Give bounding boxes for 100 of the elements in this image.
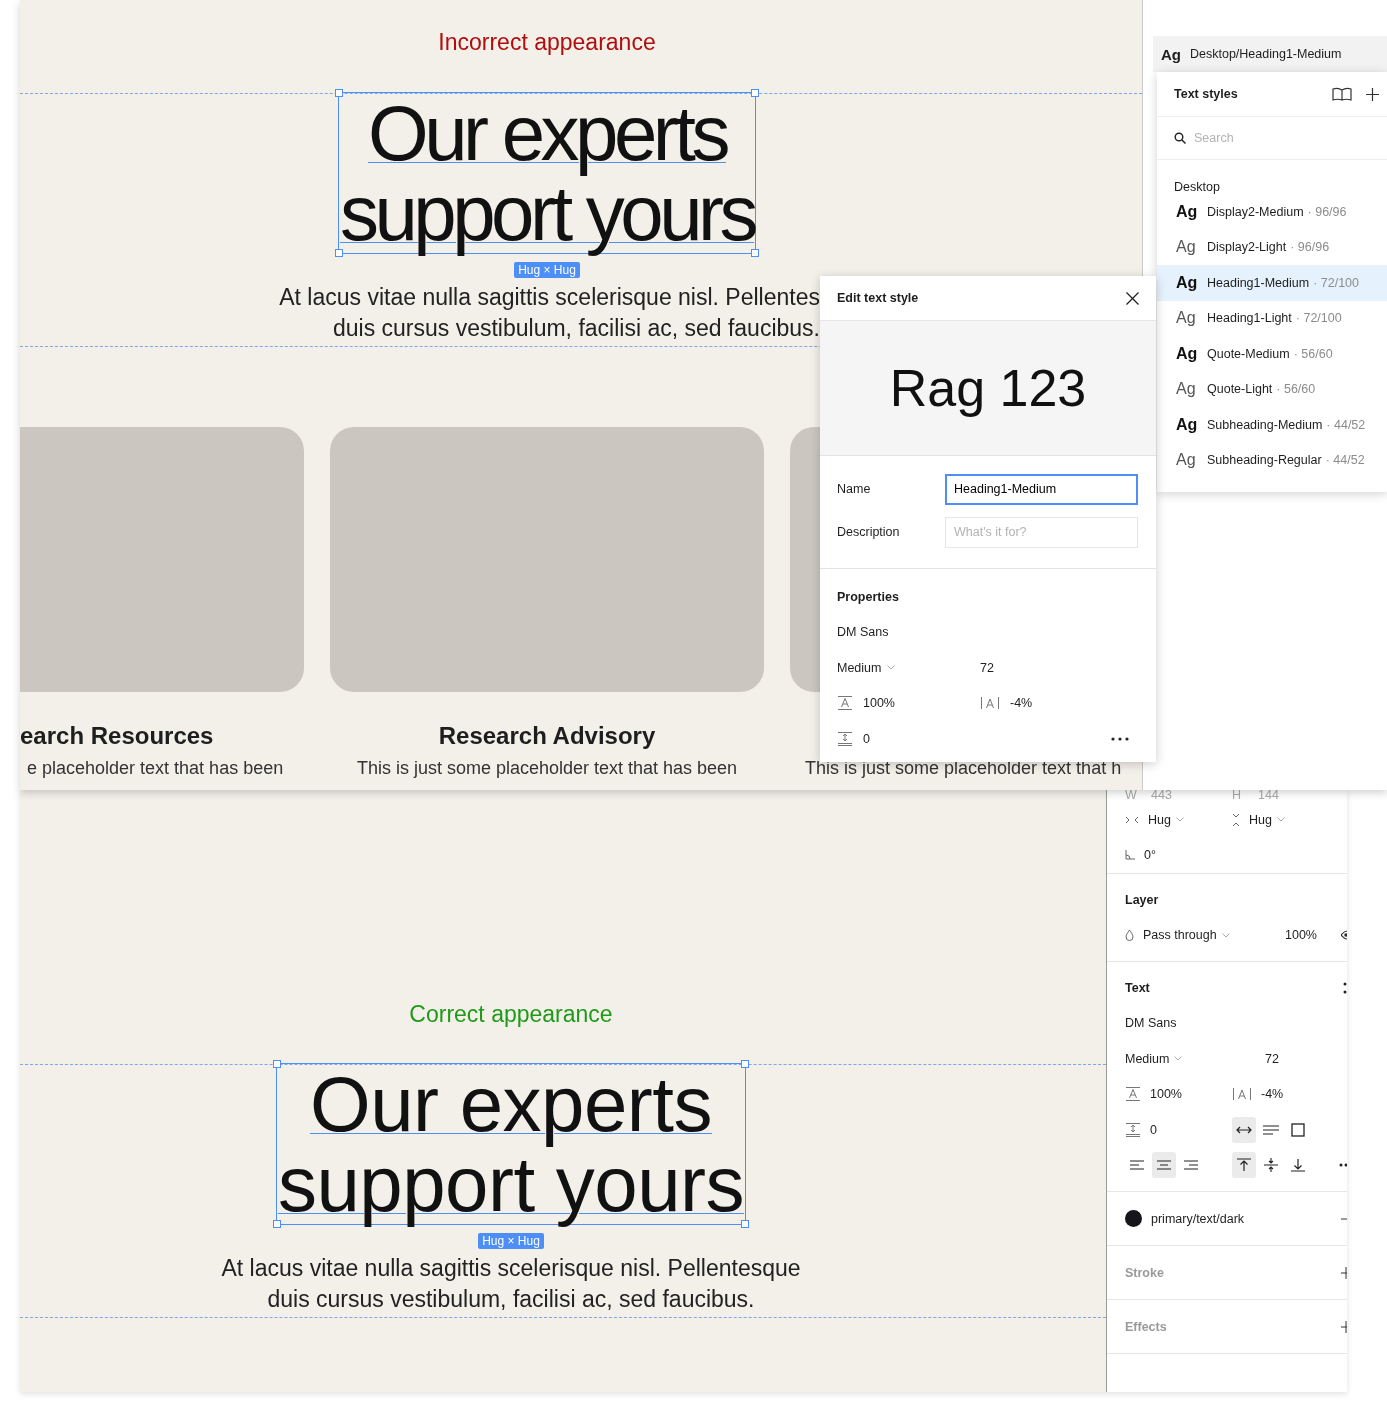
width-label: W [1125, 790, 1138, 802]
line-height-value[interactable]: 100% [1150, 1087, 1182, 1102]
resize-handle[interactable] [272, 1060, 281, 1068]
search-input[interactable]: Search [1194, 131, 1344, 145]
plus-icon[interactable] [1341, 1266, 1347, 1279]
color-swatch[interactable] [1125, 1210, 1142, 1227]
section-title: Effects [1125, 1319, 1167, 1334]
description-field[interactable]: What's it for? [945, 516, 1138, 548]
font-weight-dropdown[interactable]: Medium [837, 660, 882, 675]
resize-handle[interactable] [334, 249, 343, 257]
style-sample: Ag [1176, 380, 1197, 399]
example-label: Incorrect appearance [438, 28, 656, 56]
text-frame[interactable]: Our experts support yours [337, 92, 757, 254]
letter-spacing-value[interactable]: -4% [1261, 1087, 1284, 1102]
section-title: Layer [1125, 892, 1159, 907]
letter-spacing-value[interactable]: -4% [1010, 696, 1033, 711]
card-text: This is just some placeholder text that h [804, 757, 1123, 779]
search-field[interactable]: Search [1157, 117, 1387, 160]
blend-mode-dropdown[interactable]: Pass through [1143, 928, 1217, 943]
style-sample: Ag [1176, 202, 1199, 221]
drop-icon [1125, 929, 1134, 942]
resize-handle[interactable] [334, 89, 343, 97]
text-style-item[interactable]: Ag Subheading-Medium · 44/52 [1157, 407, 1387, 443]
style-sample: Ag [1176, 273, 1199, 292]
font-family[interactable]: DM Sans [837, 625, 889, 640]
style-sample: Ag [1176, 451, 1197, 470]
letter-spacing-icon [980, 696, 1000, 711]
opacity-value[interactable]: 100% [1285, 928, 1317, 943]
field-label: Name [837, 482, 871, 496]
text-style-item[interactable]: Ag Subheading-Regular · 44/52 [1157, 442, 1387, 478]
paragraph-spacing-icon [1125, 1121, 1141, 1138]
style-sample: Ag [1176, 309, 1197, 328]
more-icon[interactable] [1343, 981, 1347, 994]
chevron-down-icon [887, 665, 896, 671]
size-badge: Hug × Hug [478, 1233, 544, 1249]
section-title: Stroke [1125, 1265, 1164, 1280]
text-style-item[interactable]: Ag Heading1-Light · 72/100 [1157, 300, 1387, 336]
width-resizing-dropdown[interactable]: Hug [1148, 812, 1171, 827]
size-badge: Hug × Hug [514, 262, 580, 278]
align-top-icon [1237, 1158, 1251, 1173]
paragraph: At lacus vitae nulla sagittis scelerisque nisl. Pellentes duis cursus vestibulum, facilisi ac, sed faucibus. [278, 283, 820, 343]
fill-style-name[interactable]: primary/text/dark [1151, 1211, 1245, 1226]
text-style-item[interactable]: Ag Heading1-Medium · 72/100 [1157, 265, 1387, 301]
rotation-icon [1125, 850, 1135, 861]
height-label: H [1232, 790, 1243, 802]
plus-icon[interactable] [1341, 1320, 1347, 1333]
card-title: earch Resources [20, 721, 215, 751]
text-style-item[interactable]: Ag Quote-Light · 56/60 [1157, 371, 1387, 407]
square-icon [1291, 1122, 1305, 1137]
lines-icon [1263, 1124, 1279, 1135]
popover-title: Text styles [1174, 87, 1238, 101]
paragraph-spacing-icon [837, 730, 853, 747]
section-title: Properties [837, 588, 900, 606]
rotation-value[interactable]: 0° [1144, 848, 1156, 863]
align-center-button[interactable] [1152, 1152, 1176, 1179]
line-height-icon [837, 695, 853, 712]
chevron-down-icon [1175, 817, 1184, 823]
height-resizing-dropdown[interactable]: Hug [1249, 812, 1272, 827]
resize-handle[interactable] [751, 89, 760, 97]
line-height-value[interactable]: 100% [863, 696, 895, 711]
font-size-value[interactable]: 72 [980, 660, 994, 675]
chevron-down-icon [1276, 817, 1285, 823]
align-left-icon [1130, 1160, 1144, 1171]
search-icon [1174, 132, 1186, 144]
paragraph-spacing-value[interactable]: 0 [1150, 1122, 1157, 1137]
preview-text: Rag 123 [889, 358, 1087, 418]
dialog-title: Edit text style [837, 291, 919, 305]
text-style-item[interactable]: Ag Quote-Medium · 56/60 [1157, 336, 1387, 372]
style-sample: Ag [1176, 238, 1197, 257]
style-sample: Ag [1176, 415, 1199, 434]
resize-handle[interactable] [741, 1060, 750, 1068]
text-style-item[interactable]: Ag Display2-Light · 96/96 [1157, 229, 1387, 265]
text-frame[interactable]: Our experts support yours [275, 1063, 747, 1225]
hug-horizontal-icon [1125, 815, 1139, 824]
card-text: This is just some placeholder text that has been [355, 757, 739, 779]
chevron-down-icon [1221, 932, 1230, 938]
minus-icon[interactable] [1341, 1217, 1347, 1220]
align-middle-icon [1264, 1158, 1278, 1173]
align-bottom-icon [1291, 1158, 1305, 1173]
font-family[interactable]: DM Sans [1125, 1016, 1177, 1031]
paragraph-spacing-value[interactable]: 0 [863, 731, 870, 746]
resize-handle[interactable] [741, 1220, 750, 1228]
more-icon[interactable] [1339, 1163, 1347, 1168]
section-title: Text [1125, 980, 1150, 995]
name-field[interactable]: Heading1-Medium [945, 473, 1138, 505]
resize-handle[interactable] [272, 1220, 281, 1228]
field-label: Description [837, 525, 900, 539]
align-top-button[interactable] [1232, 1152, 1256, 1179]
plus-icon[interactable] [1366, 87, 1379, 101]
eye-icon[interactable] [1341, 930, 1347, 941]
more-icon[interactable] [1111, 736, 1129, 741]
font-weight-dropdown[interactable]: Medium [1125, 1051, 1170, 1066]
book-icon[interactable] [1332, 87, 1352, 101]
text-style-item[interactable]: Ag Display2-Medium · 96/96 [1157, 194, 1387, 230]
font-size-value[interactable]: 72 [1265, 1051, 1279, 1066]
close-icon[interactable] [1126, 291, 1139, 305]
chevron-down-icon [1174, 1056, 1183, 1062]
text-style-selector[interactable]: Ag Desktop/Heading1-Medium [1153, 36, 1387, 72]
auto-width-button[interactable] [1232, 1116, 1256, 1143]
paragraph: At lacus vitae nulla sagittis scelerisque nisl. Pellentesque duis cursus vestibulum, facilisi ac, sed faucibus. [220, 1254, 802, 1314]
